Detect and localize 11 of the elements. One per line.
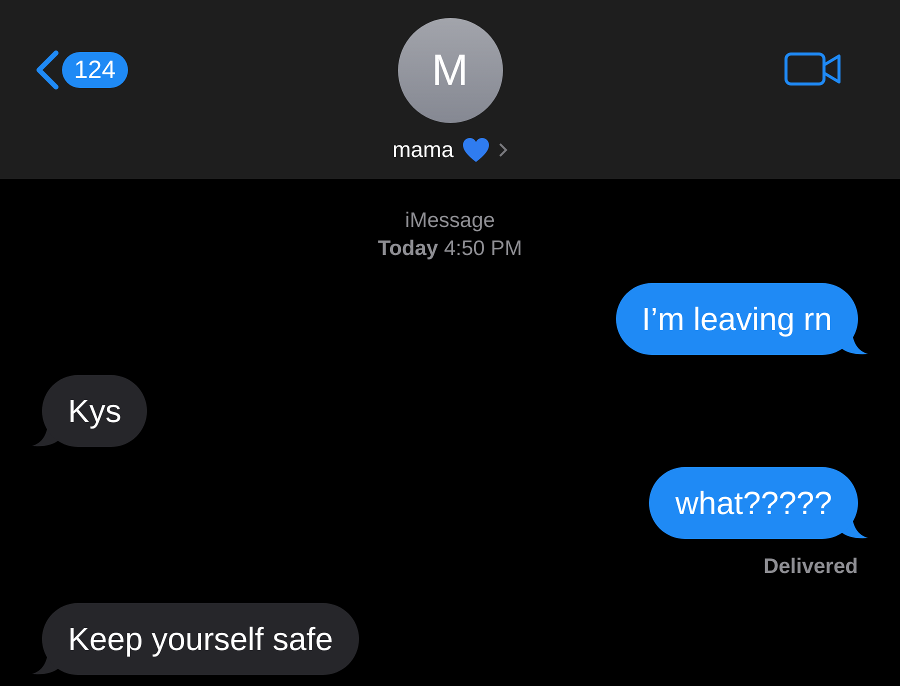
chevron-icon <box>498 142 508 158</box>
contact-name-button[interactable]: mama <box>392 133 508 166</box>
video-call-button[interactable] <box>784 52 842 86</box>
heart-icon <box>462 136 490 162</box>
service-label: iMessage <box>405 208 495 234</box>
contact-avatar[interactable]: M <box>398 18 502 123</box>
unread-count-badge: 124 <box>62 52 128 88</box>
timestamp: Today 4:50 PM <box>378 236 522 262</box>
back-chevron-icon <box>34 50 60 90</box>
back-button[interactable]: 124 <box>34 50 128 90</box>
delivery-status: Delivered <box>763 554 858 580</box>
